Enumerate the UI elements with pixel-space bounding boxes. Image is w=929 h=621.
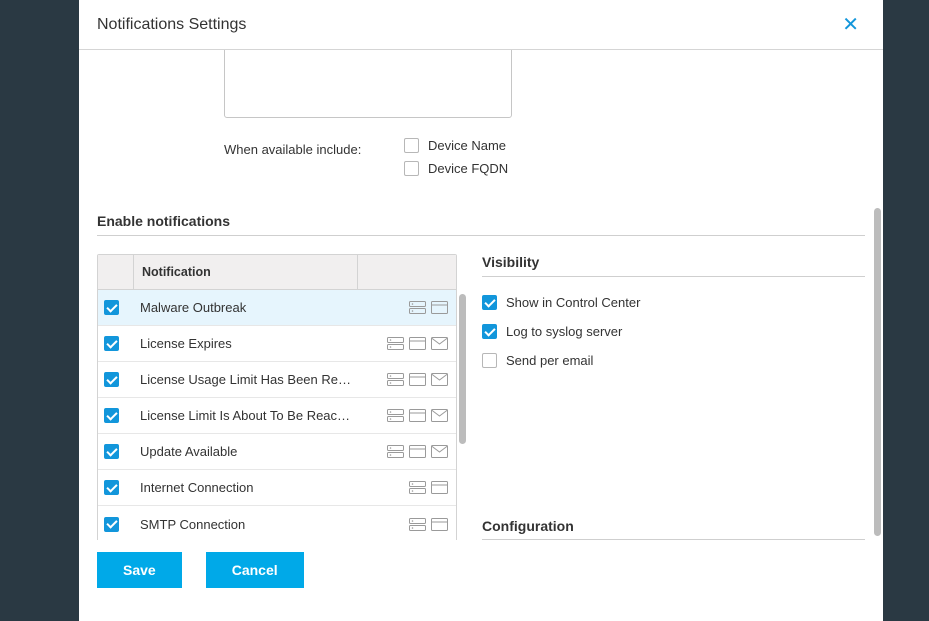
row-icons [358,445,456,459]
window-icon [408,373,426,387]
visibility-checkbox[interactable] [482,295,497,310]
configuration-heading: Configuration [482,518,574,534]
configuration-divider [482,539,865,540]
row-label: SMTP Connection [134,509,358,540]
row-label: License Limit Is About To Be Reac… [134,400,358,431]
server-icon [386,445,404,459]
modal-title: Notifications Settings [97,16,246,34]
visibility-option: Log to syslog server [482,324,865,339]
server-icon [386,373,404,387]
row-label: License Expires [134,328,358,359]
row-icons [358,301,456,315]
row-checkbox[interactable] [104,480,119,495]
mail-icon [430,409,448,423]
row-label: Malware Outbreak [134,292,358,323]
window-icon [408,445,426,459]
include-options: Device Name Device FQDN [404,138,508,184]
visibility-divider [482,276,865,277]
server-icon [408,481,426,495]
row-icons [358,517,456,531]
device-fqdn-label: Device FQDN [428,161,508,176]
row-icons [358,337,456,351]
row-icons [358,409,456,423]
visibility-col: Visibility Show in Control Center Log to … [482,254,865,540]
row-label: Update Available [134,436,358,467]
window-icon [408,409,426,423]
window-icon [430,481,448,495]
enable-heading: Enable notifications [97,203,865,229]
enable-notifications-section: Enable notifications Notification Malwar… [97,203,865,540]
col-notification: Notification [134,255,358,289]
table-body[interactable]: Malware Outbreak License Expires License U… [98,290,456,540]
visibility-options: Show in Control Center Log to syslog serv… [482,295,865,368]
server-icon [386,337,404,351]
table-row[interactable]: Malware Outbreak [98,290,456,326]
table-scrollbar[interactable] [459,294,466,444]
row-label: Internet Connection [134,472,358,503]
notifications-table: Notification Malware Outbreak License Exp… [97,254,457,540]
close-icon[interactable]: ✕ [842,15,859,35]
table-row[interactable]: License Expires [98,326,456,362]
visibility-label: Show in Control Center [506,295,640,310]
visibility-checkbox[interactable] [482,353,497,368]
window-icon [430,301,448,315]
mail-icon [430,373,448,387]
table-row[interactable]: Internet Connection [98,470,456,506]
enable-divider [97,235,865,236]
table-row[interactable]: License Limit Is About To Be Reac… [98,398,456,434]
window-icon [430,517,448,531]
mail-icon [430,337,448,351]
visibility-option: Show in Control Center [482,295,865,310]
table-header: Notification [98,255,456,290]
row-checkbox[interactable] [104,444,119,459]
row-checkbox[interactable] [104,300,119,315]
server-icon [408,301,426,315]
message-textarea[interactable] [224,50,512,118]
visibility-label: Log to syslog server [506,324,622,339]
row-checkbox[interactable] [104,408,119,423]
row-checkbox[interactable] [104,372,119,387]
modal-footer: Save Cancel [79,540,883,600]
device-name-row: Device Name [404,138,508,153]
visibility-option: Send per email [482,353,865,368]
mail-icon [430,445,448,459]
notifications-settings-modal: Notifications Settings ✕ When available … [79,0,883,621]
table-row[interactable]: SMTP Connection [98,506,456,540]
modal-header: Notifications Settings ✕ [79,0,883,50]
server-icon [408,517,426,531]
include-label: When available include: [224,142,361,157]
row-icons [358,481,456,495]
notifications-table-col: Notification Malware Outbreak License Exp… [97,254,457,540]
device-fqdn-row: Device FQDN [404,161,508,176]
table-row[interactable]: Update Available [98,434,456,470]
table-row[interactable]: License Usage Limit Has Been Re… [98,362,456,398]
modal-scrollbar[interactable] [874,208,881,536]
visibility-label: Send per email [506,353,593,368]
device-name-checkbox[interactable] [404,138,419,153]
save-button[interactable]: Save [97,552,182,588]
row-checkbox[interactable] [104,517,119,532]
row-icons [358,373,456,387]
cancel-button[interactable]: Cancel [206,552,304,588]
server-icon [386,409,404,423]
row-checkbox[interactable] [104,336,119,351]
device-name-label: Device Name [428,138,506,153]
window-icon [408,337,426,351]
visibility-checkbox[interactable] [482,324,497,339]
row-label: License Usage Limit Has Been Re… [134,364,358,395]
visibility-heading: Visibility [482,254,865,270]
device-fqdn-checkbox[interactable] [404,161,419,176]
modal-body: When available include: Device Name Devi… [79,50,883,540]
